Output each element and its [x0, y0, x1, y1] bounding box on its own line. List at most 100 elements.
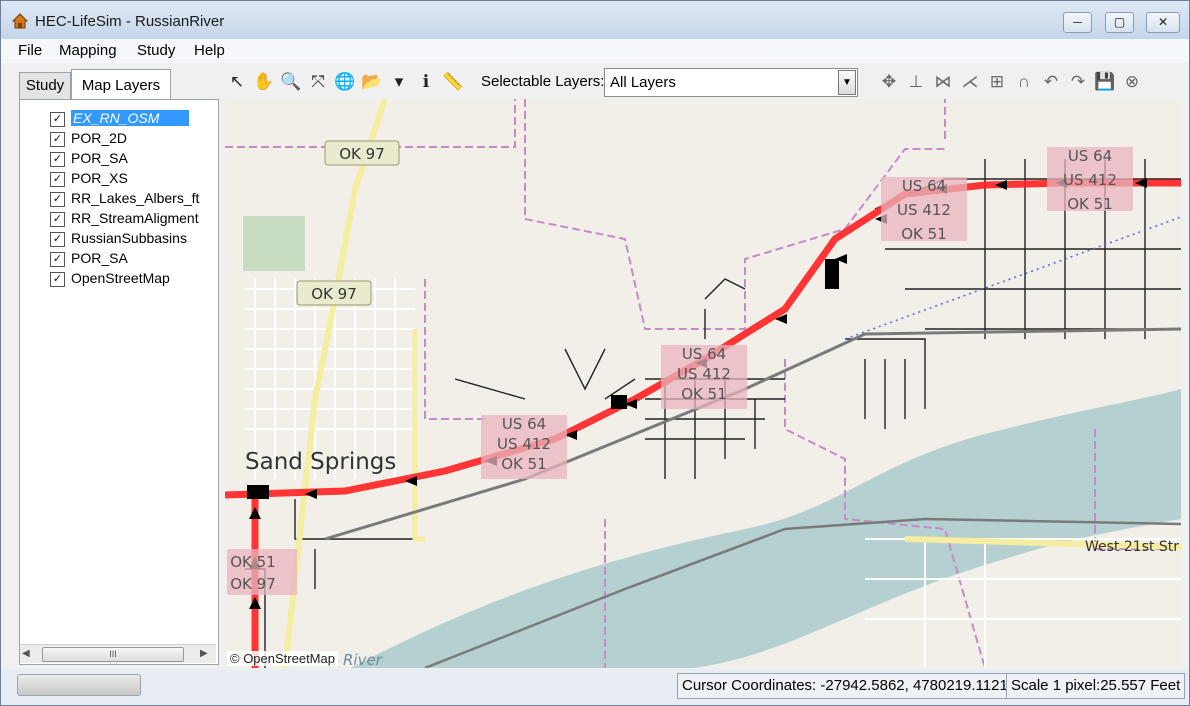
scale-readout: Scale 1 pixel:25.557 Feet — [1006, 673, 1186, 699]
layers-panel: Study Map Layers ✓ EX_RN_OSM ✓ POR_2D ✓ POR_S… — [15, 69, 219, 666]
layer-item[interactable]: ✓ POR_2D — [50, 130, 220, 148]
reshape-icon[interactable]: ⋌ — [958, 70, 982, 94]
river-label: River — [343, 651, 383, 668]
pan-hand-icon[interactable]: ✋ — [252, 70, 276, 94]
svg-text:US 412: US 412 — [1063, 171, 1117, 189]
layer-list: ✓ EX_RN_OSM ✓ POR_2D ✓ POR_SA ✓ POR_XS ✓ RR_Lakes… — [19, 99, 219, 665]
layer-item[interactable]: ✓ RussianSubbasins — [50, 230, 220, 248]
scroll-right-icon[interactable]: ▶ — [200, 648, 208, 659]
layer-checkbox[interactable]: ✓ — [50, 192, 65, 207]
layer-checkbox[interactable]: ✓ — [50, 232, 65, 247]
full-extent-icon[interactable]: ⤧ — [306, 70, 330, 94]
undo-icon[interactable]: ↶ — [1039, 70, 1063, 94]
layer-checkbox[interactable]: ✓ — [50, 212, 65, 227]
chevron-down-icon[interactable]: ▼ — [838, 70, 856, 95]
status-bar: Cursor Coordinates: -27942.5862, 4780219… — [1, 669, 1189, 705]
route-shield-us64-d: US 64 US 412 OK 51 — [1047, 147, 1133, 213]
progress-bar — [17, 674, 141, 696]
layer-label: POR_SA — [71, 250, 128, 266]
split-icon[interactable]: ⋈ — [931, 70, 955, 94]
svg-text:OK 51: OK 51 — [1067, 195, 1113, 213]
route-shield-ok97-north: OK 97 — [324, 140, 400, 166]
svg-text:US 64: US 64 — [902, 177, 946, 195]
svg-text:US 64: US 64 — [1068, 147, 1112, 165]
selectable-layers-value: All Layers — [610, 74, 676, 91]
tab-study[interactable]: Study — [19, 72, 71, 100]
layer-label: OpenStreetMap — [71, 270, 170, 286]
layer-item[interactable]: ✓ EX_RN_OSM — [50, 110, 220, 128]
layer-checkbox[interactable]: ✓ — [50, 132, 65, 147]
shield-text: OK 97 — [311, 285, 357, 303]
street-label: West 21st Str — [1085, 539, 1179, 555]
route-shield-ok51-ok97: OK 51 OK 97 — [227, 549, 297, 595]
cancel-icon[interactable]: ⊗ — [1120, 70, 1144, 94]
edit-toolbar: ✥ ⊥ ⋈ ⋌ ⊞ ∩ ↶ ↷ 💾 ⊗ — [877, 67, 1167, 97]
minimize-button[interactable]: ─ — [1063, 12, 1092, 33]
close-button[interactable]: ✕ — [1146, 12, 1180, 33]
save-icon[interactable]: 💾 — [1093, 70, 1117, 94]
route-shield-us64-a: US 64 US 412 OK 51 — [481, 415, 567, 479]
dropdown-icon[interactable]: ▾ — [387, 70, 411, 94]
map-canvas[interactable]: OK 97 OK 97 US 64 US 412 OK 51 US 64 US … — [225, 99, 1181, 668]
menu-mapping[interactable]: Mapping — [59, 42, 117, 59]
route-shield-us64-c: US 64 US 412 OK 51 — [881, 177, 967, 243]
layer-item[interactable]: ✓ POR_XS — [50, 170, 220, 188]
layer-item[interactable]: ✓ POR_SA — [50, 250, 220, 268]
layer-checkbox[interactable]: ✓ — [50, 152, 65, 167]
svg-text:US 412: US 412 — [497, 435, 551, 453]
layer-checkbox[interactable]: ✓ — [50, 252, 65, 267]
menu-help[interactable]: Help — [194, 42, 225, 59]
layer-item[interactable]: ✓ POR_SA — [50, 150, 220, 168]
layer-item[interactable]: ✓ OpenStreetMap — [50, 270, 220, 288]
add-layer-icon[interactable]: 📂 — [360, 70, 384, 94]
window-title: HEC-LifeSim - RussianRiver — [35, 13, 225, 30]
svg-text:US 412: US 412 — [897, 201, 951, 219]
layer-label: POR_XS — [71, 170, 128, 186]
layer-checkbox[interactable]: ✓ — [50, 172, 65, 187]
scroll-thumb[interactable]: III — [42, 647, 184, 662]
layer-label: EX_RN_OSM — [71, 110, 190, 126]
merge-icon[interactable]: ⊞ — [985, 70, 1009, 94]
scroll-left-icon[interactable]: ◀ — [22, 648, 30, 659]
select-arrow-icon[interactable]: ↖ — [225, 70, 249, 94]
magnet-icon[interactable]: ∩ — [1012, 70, 1036, 94]
horizontal-scrollbar[interactable]: ◀ III ▶ — [20, 644, 216, 663]
globe-icon[interactable]: 🌐 — [333, 70, 357, 94]
svg-text:OK 51: OK 51 — [681, 385, 727, 403]
title-bar[interactable]: HEC-LifeSim - RussianRiver ─ ▢ ✕ — [1, 1, 1189, 39]
measure-icon[interactable]: 📏 — [441, 70, 465, 94]
svg-text:OK 51: OK 51 — [230, 553, 276, 571]
add-vertex-icon[interactable]: ⊥ — [904, 70, 928, 94]
svg-text:OK 51: OK 51 — [501, 455, 547, 473]
layer-item[interactable]: ✓ RR_Lakes_Albers_ft — [50, 190, 220, 208]
svg-text:US 412: US 412 — [677, 365, 731, 383]
app-icon — [11, 13, 29, 29]
menu-bar: File Mapping Study Help — [1, 39, 1189, 63]
shield-text: OK 97 — [339, 145, 385, 163]
city-label: Sand Springs — [245, 449, 396, 475]
menu-file[interactable]: File — [18, 42, 42, 59]
layer-item[interactable]: ✓ RR_StreamAligment — [50, 210, 220, 228]
layer-checkbox[interactable]: ✓ — [50, 112, 65, 127]
route-shield-us64-b: US 64 US 412 OK 51 — [661, 345, 747, 409]
svg-text:US 64: US 64 — [502, 415, 546, 433]
move-icon[interactable]: ✥ — [877, 70, 901, 94]
park-area — [243, 216, 305, 271]
layer-label: RR_Lakes_Albers_ft — [71, 190, 200, 206]
map-toolbar: ↖ ✋ 🔍 ⤧ 🌐 📂 ▾ ℹ 📏 — [225, 67, 477, 97]
svg-text:OK 97: OK 97 — [230, 575, 276, 593]
menu-study[interactable]: Study — [137, 42, 175, 59]
selectable-layers-dropdown[interactable]: All Layers ▼ — [604, 68, 858, 97]
layer-label: POR_SA — [71, 150, 128, 166]
svg-text:OK 51: OK 51 — [901, 225, 947, 243]
layer-checkbox[interactable]: ✓ — [50, 272, 65, 287]
layer-label: RussianSubbasins — [71, 230, 187, 246]
redo-icon[interactable]: ↷ — [1066, 70, 1090, 94]
maximize-button[interactable]: ▢ — [1105, 12, 1134, 33]
info-icon[interactable]: ℹ — [414, 70, 438, 94]
zoom-in-icon[interactable]: 🔍 — [279, 70, 303, 94]
map-graphics[interactable]: OK 97 OK 97 US 64 US 412 OK 51 US 64 US … — [225, 99, 1181, 668]
layer-label: RR_StreamAligment — [71, 210, 199, 226]
svg-text:US 64: US 64 — [682, 345, 726, 363]
tab-map-layers[interactable]: Map Layers — [71, 69, 171, 100]
